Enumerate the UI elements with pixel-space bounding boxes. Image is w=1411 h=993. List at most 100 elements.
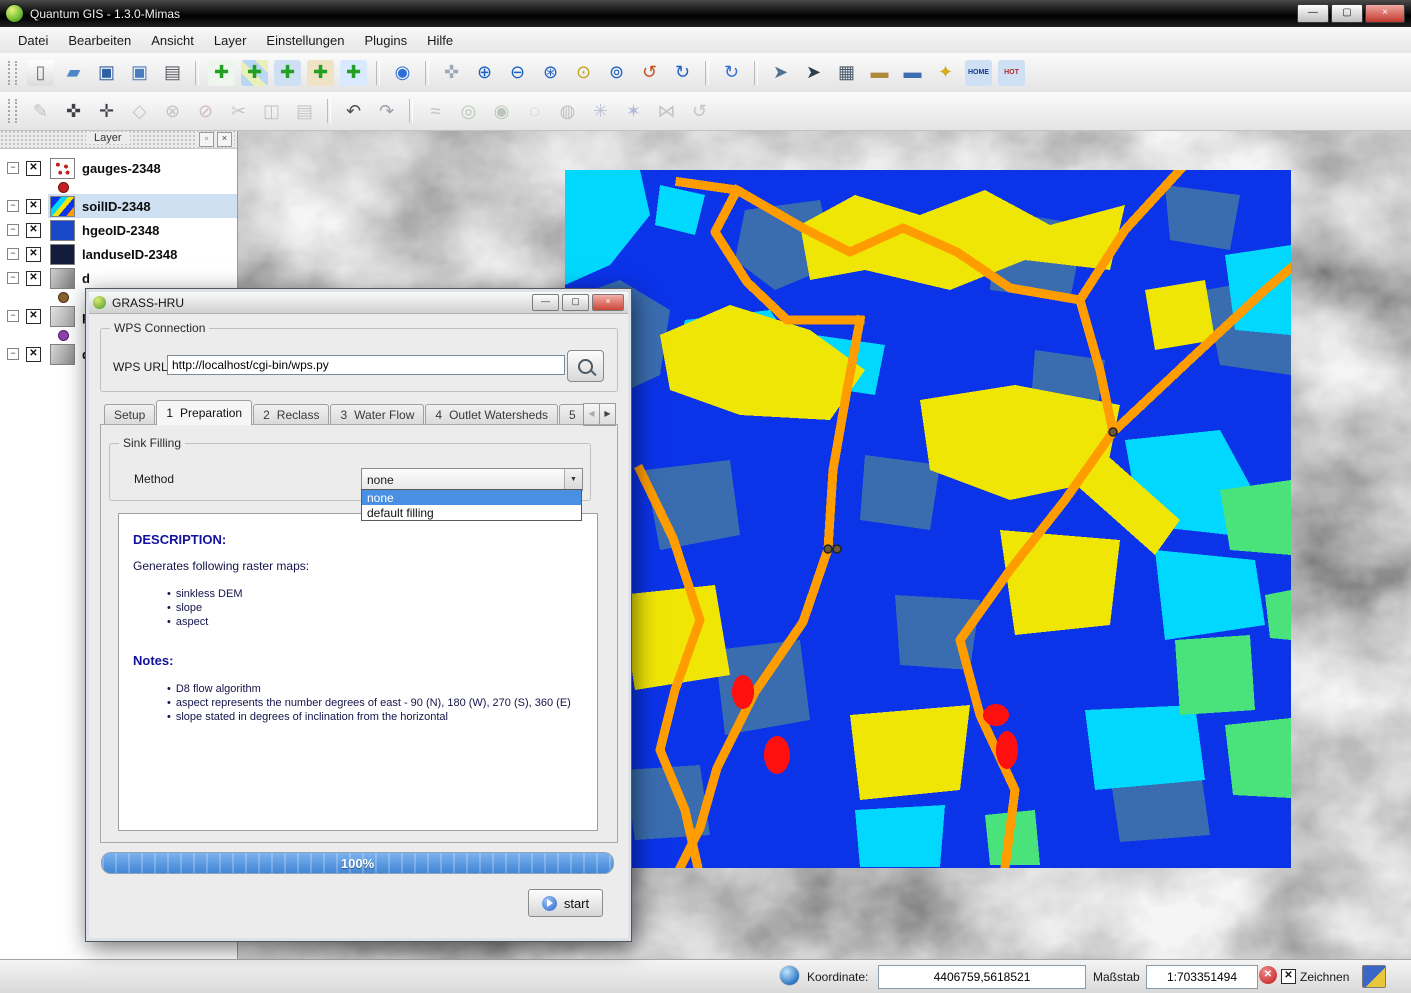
tree-expander-icon[interactable]: − [7, 162, 19, 174]
layer-row-d1[interactable]: − ✕ d [0, 266, 237, 290]
toolbar-drag-handle[interactable] [8, 99, 17, 123]
coordinate-capture-icon[interactable] [780, 966, 799, 985]
zoom-next-icon[interactable]: ↻ [669, 60, 696, 86]
layer-visibility-checkbox[interactable]: ✕ [26, 347, 41, 362]
identify-features-icon[interactable]: ➤ [767, 60, 794, 86]
rotate-point-symbols-icon[interactable]: ↺ [686, 98, 713, 124]
tab-setup[interactable]: Setup [104, 404, 155, 425]
zoom-to-selection-icon[interactable]: ⊙ [570, 60, 597, 86]
layer-visibility-checkbox[interactable]: ✕ [26, 247, 41, 262]
paste-features-icon[interactable]: ▤ [291, 98, 318, 124]
map-tips-icon[interactable]: ✦ [932, 60, 959, 86]
open-attribute-table-icon[interactable]: ▦ [833, 60, 860, 86]
refresh-map-icon[interactable]: ↻ [718, 60, 745, 86]
add-part-icon[interactable]: ◉ [488, 98, 515, 124]
layer-panel-header[interactable]: Layer ▫ × [0, 130, 237, 149]
cut-features-icon[interactable]: ✂ [225, 98, 252, 124]
pan-map-icon[interactable]: ✜ [438, 60, 465, 86]
zoom-to-layer-icon[interactable]: ⊚ [603, 60, 630, 86]
tree-expander-icon[interactable]: − [7, 248, 19, 260]
delete-selected-icon[interactable]: ⊗ [159, 98, 186, 124]
add-vector-layer-icon[interactable]: ✚ [208, 60, 235, 86]
home-extent-icon[interactable]: HOME [965, 60, 992, 86]
menu-einstellungen[interactable]: Einstellungen [256, 29, 354, 52]
layer-row-soilid[interactable]: − ✕ soilID-2348 [0, 194, 237, 218]
crs-status-icon[interactable] [1362, 965, 1386, 988]
dialog-maximize-button[interactable]: ▢ [562, 294, 589, 311]
panel-float-icon[interactable]: ▫ [199, 132, 214, 147]
add-wms-layer-icon[interactable]: ✚ [340, 60, 367, 86]
chevron-down-icon[interactable]: ▼ [564, 469, 582, 490]
render-checkbox[interactable]: ✕ [1281, 969, 1296, 984]
globe-icon[interactable]: ◉ [389, 60, 416, 86]
file-new-icon[interactable]: ▯ [27, 60, 54, 86]
simplify-feature-icon[interactable]: ≈ [422, 98, 449, 124]
layer-name[interactable]: hgeoID-2348 [82, 223, 159, 238]
measure-line-icon[interactable]: ▬ [866, 60, 893, 86]
tab-scroll-right-icon[interactable]: ▶ [599, 403, 616, 426]
tree-expander-icon[interactable]: − [7, 200, 19, 212]
layer-name[interactable]: landuseID-2348 [82, 247, 177, 262]
node-tool-icon[interactable]: ◇ [126, 98, 153, 124]
redo-icon[interactable]: ↷ [373, 98, 400, 124]
dialog-minimize-button[interactable]: — [532, 294, 559, 311]
undo-icon[interactable]: ↶ [340, 98, 367, 124]
zoom-out-icon[interactable]: ⊖ [504, 60, 531, 86]
layer-name[interactable]: soilID-2348 [82, 199, 151, 214]
tab-scroll-left-icon[interactable]: ◀ [583, 403, 600, 426]
zoom-in-icon[interactable]: ⊕ [471, 60, 498, 86]
tab-reclass[interactable]: 2 Reclass [253, 404, 329, 425]
window-titlebar[interactable]: Quantum GIS - 1.3.0-Mimas — ▢ × [0, 0, 1411, 27]
minimize-button[interactable]: — [1297, 4, 1329, 23]
panel-close-icon[interactable]: × [217, 132, 232, 147]
layer-row-gauges[interactable]: − ✕ gauges-2348 [0, 156, 237, 180]
merge-features-icon[interactable]: ⋈ [653, 98, 680, 124]
layer-visibility-checkbox[interactable]: ✕ [26, 309, 41, 324]
menu-plugins[interactable]: Plugins [354, 29, 417, 52]
option-default-filling[interactable]: default filling [362, 505, 581, 520]
layer-name[interactable]: gauges-2348 [82, 161, 161, 176]
wps-url-input[interactable] [167, 355, 565, 375]
toolbar-drag-handle[interactable] [8, 61, 17, 85]
maximize-button[interactable]: ▢ [1331, 4, 1363, 23]
measure-area-icon[interactable]: ▬ [899, 60, 926, 86]
capture-point-icon[interactable]: ✛ [93, 98, 120, 124]
toggle-editing-icon[interactable]: ✎ [27, 98, 54, 124]
scale-input[interactable] [1146, 965, 1258, 989]
print-icon[interactable]: ▤ [159, 60, 186, 86]
select-features-icon[interactable]: ➤ [800, 60, 827, 86]
tab-outlet-watersheds[interactable]: 4 Outlet Watersheds [425, 404, 558, 425]
tree-expander-icon[interactable]: − [7, 348, 19, 360]
hru-hot-icon[interactable]: HOT [998, 60, 1025, 86]
layer-visibility-checkbox[interactable]: ✕ [26, 161, 41, 176]
folder-open-icon[interactable]: ▰ [60, 60, 87, 86]
tree-expander-icon[interactable]: − [7, 224, 19, 236]
dialog-close-button[interactable]: × [592, 294, 624, 311]
layer-visibility-checkbox[interactable]: ✕ [26, 223, 41, 238]
layer-visibility-checkbox[interactable]: ✕ [26, 271, 41, 286]
layer-name[interactable]: d [82, 271, 90, 286]
start-button[interactable]: start [528, 889, 603, 917]
add-raster-layer-icon[interactable]: ✚ [241, 60, 268, 86]
close-button[interactable]: × [1365, 4, 1405, 23]
editing-disabled-icon[interactable]: ⊘ [192, 98, 219, 124]
zoom-full-extent-icon[interactable]: ⊛ [537, 60, 564, 86]
menu-hilfe[interactable]: Hilfe [417, 29, 463, 52]
menu-layer[interactable]: Layer [204, 29, 257, 52]
coordinate-display-input[interactable] [878, 965, 1086, 989]
dialog-titlebar[interactable]: GRASS-HRU — ▢ × [89, 292, 628, 314]
menu-datei[interactable]: Datei [8, 29, 58, 52]
tree-expander-icon[interactable]: − [7, 310, 19, 322]
option-none[interactable]: none [362, 490, 581, 505]
save-icon[interactable]: ▣ [93, 60, 120, 86]
add-ring-icon[interactable]: ◎ [455, 98, 482, 124]
menu-bearbeiten[interactable]: Bearbeiten [58, 29, 141, 52]
copy-features-icon[interactable]: ◫ [258, 98, 285, 124]
tree-expander-icon[interactable]: − [7, 272, 19, 284]
add-spatialite-layer-icon[interactable]: ✚ [307, 60, 334, 86]
stop-render-icon[interactable]: ✕ [1259, 966, 1277, 984]
method-combobox[interactable]: none ▼ [361, 468, 583, 491]
layer-row-landuseid[interactable]: − ✕ landuseID-2348 [0, 242, 237, 266]
move-feature-icon[interactable]: ✜ [60, 98, 87, 124]
reshape-features-icon[interactable]: ✳ [587, 98, 614, 124]
